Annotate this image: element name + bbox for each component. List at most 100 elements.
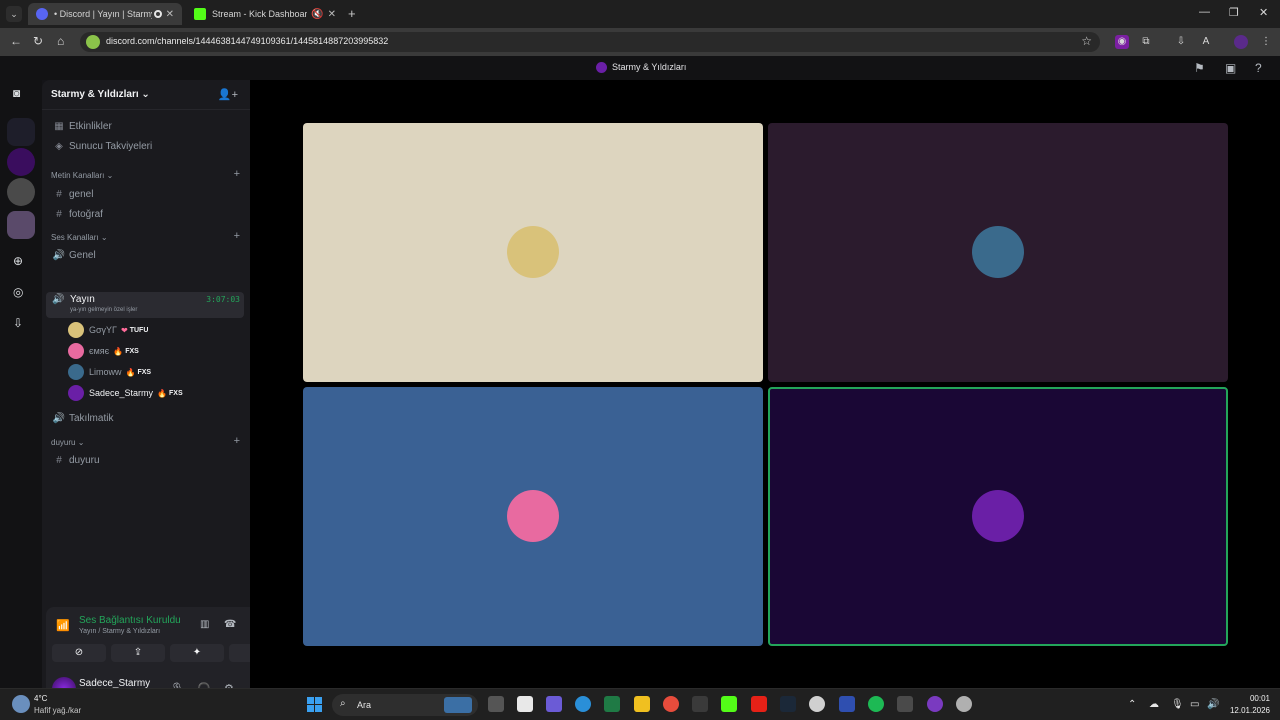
server-header[interactable]: Starmy & Yıldızları ⌄ 👤+ [42,80,250,110]
category-voice[interactable]: Ses Kanalları ⌄ [51,233,108,242]
events-link[interactable]: ▦ Etkinlikler [46,117,246,135]
server-item-starmy[interactable] [7,148,35,176]
voice-member[interactable]: Sadece_Starmy 🔥 FXS [68,384,183,402]
participant-tile[interactable] [303,123,763,382]
menu-dots-icon[interactable]: ⋮ [1259,35,1273,49]
notepad-icon[interactable] [517,696,533,712]
activities-button[interactable]: ✦ [170,644,224,662]
tab-discord[interactable]: • Discord | Yayın | Starmy & ✕ [28,3,182,25]
extensions-puzzle-icon[interactable]: ⧉ [1139,35,1153,49]
taskbar-search[interactable]: ⌕ Ara [332,694,478,716]
tab-list-button[interactable]: ⌄ [6,6,22,22]
voice-member[interactable]: Limoww 🔥 FXS [68,363,151,381]
tray-overflow-icon[interactable]: ⌃ [1128,699,1136,710]
boosts-link[interactable]: ◈ Sunucu Takviyeleri [46,137,246,155]
weather-desc[interactable]: Hafif yağ./kar [34,706,81,715]
mute-tab-icon[interactable]: 🔇 [311,9,323,20]
youtube-icon[interactable] [751,696,767,712]
participant-tile[interactable] [303,387,763,646]
server-item[interactable] [7,178,35,206]
flame-badge-icon: 🔥 [157,388,168,398]
copilot-icon[interactable] [546,696,562,712]
clock-date[interactable]: 12.01.2026 [1224,706,1270,715]
participant-tile-speaking[interactable] [768,387,1228,646]
maximize-icon[interactable]: ❐ [1229,6,1239,19]
file-explorer-icon[interactable] [634,696,650,712]
minimize-icon[interactable]: — [1199,6,1210,18]
close-tab-icon[interactable]: ✕ [328,9,336,20]
app-icon[interactable] [692,696,708,712]
close-window-icon[interactable]: ✕ [1259,6,1268,19]
clock-time[interactable]: 00:01 [1228,694,1270,703]
app-icon[interactable] [839,696,855,712]
profile-avatar[interactable] [1234,35,1248,49]
category-text[interactable]: Metin Kanalları ⌄ [51,171,113,180]
download-icon[interactable]: ⇩ [1174,35,1188,49]
voice-channel-takilmatik[interactable]: 🔊 Takılmatik [46,409,246,427]
voice-status[interactable]: Ses Bağlantısı Kuruldu [79,615,181,626]
voice-member[interactable]: GσγΥΓ ❤ TUFU [68,321,148,339]
add-channel-icon[interactable]: + [234,168,240,180]
spotify-icon[interactable] [868,696,884,712]
windows-start-icon[interactable] [307,697,323,713]
home-icon[interactable]: ⌂ [57,34,64,48]
server-folder[interactable] [7,211,35,239]
tab-kick[interactable]: Stream - Kick Dashboard 🔇 ✕ [186,3,344,25]
participant-tile[interactable] [768,123,1228,382]
bookmark-star-icon[interactable]: ☆ [1081,34,1092,48]
close-tab-icon[interactable]: ✕ [166,9,174,20]
reload-icon[interactable]: ↻ [33,34,43,48]
flag-icon[interactable]: ⚑ [1194,61,1205,75]
category-announce[interactable]: duyuru ⌄ [51,438,84,447]
disconnect-icon[interactable]: ☎ [224,619,236,630]
obs-icon[interactable] [956,696,972,712]
store-icon[interactable] [897,696,913,712]
voice-channel-genel[interactable]: 🔊 Genel [46,246,246,264]
add-channel-icon[interactable]: + [234,435,240,447]
site-info-icon[interactable] [86,35,100,49]
add-channel-icon[interactable]: + [234,230,240,242]
volume-icon[interactable]: 🔊 [1207,699,1219,710]
channel-duyuru[interactable]: # duyuru [46,451,246,469]
screen-share-button[interactable]: ⇪ [111,644,165,662]
channel-sidebar: Starmy & Yıldızları ⌄ 👤+ ▦ Etkinlikler ◈… [42,80,288,709]
server-item[interactable] [7,118,35,146]
camera-off-button[interactable]: ⊘ [52,644,106,662]
participant-avatar [972,490,1024,542]
voice-channel-yayin[interactable]: 🔊 Yayın 3:07:03 ya-yın gelmeyin özel işl… [46,292,244,318]
flame-badge-icon: 🔥 [113,346,124,356]
download-apps-icon[interactable]: ⇩ [13,316,23,330]
noise-suppression-icon[interactable]: ▥ [200,619,209,630]
cloud-icon[interactable]: ☁ [1149,699,1159,710]
channel-genel[interactable]: # genel [46,185,246,203]
add-server-icon[interactable]: ⊕ [13,254,23,268]
kick-icon[interactable] [721,696,737,712]
help-icon[interactable]: ? [1255,61,1262,75]
steam-icon[interactable] [780,696,796,712]
url-text: discord.com/channels/1444638144749109361… [106,36,389,46]
app-icon[interactable] [809,696,825,712]
new-tab-icon[interactable]: + [348,6,356,21]
chrome-profile-icon[interactable] [927,696,943,712]
network-icon[interactable]: ▭ [1190,699,1199,710]
weather-temp[interactable]: 4°C [34,694,47,703]
translate-icon[interactable]: A [1199,35,1213,49]
channel-fotograf[interactable]: # fotoğraf [46,205,246,223]
invite-icon[interactable]: 👤+ [218,88,238,101]
weather-icon[interactable] [12,695,30,713]
voice-member[interactable]: ємяє 🔥 FXS [68,342,139,360]
task-view-icon[interactable] [488,696,504,712]
discover-icon[interactable]: ◎ [13,285,23,299]
edge-icon[interactable] [575,696,591,712]
participant-avatar [972,226,1024,278]
hash-icon: # [56,208,62,220]
excel-icon[interactable] [604,696,620,712]
kick-favicon-icon [194,8,206,20]
discord-home-icon[interactable]: ◙ [13,86,20,100]
extension-icon[interactable]: ◉ [1115,35,1129,49]
inbox-icon[interactable]: ▣ [1225,61,1236,75]
url-field[interactable]: discord.com/channels/1444638144749109361… [80,32,1100,52]
chrome-icon[interactable] [663,696,679,712]
microphone-tray-icon[interactable]: 🎙 [1171,699,1184,710]
back-icon[interactable]: ← [10,34,22,48]
